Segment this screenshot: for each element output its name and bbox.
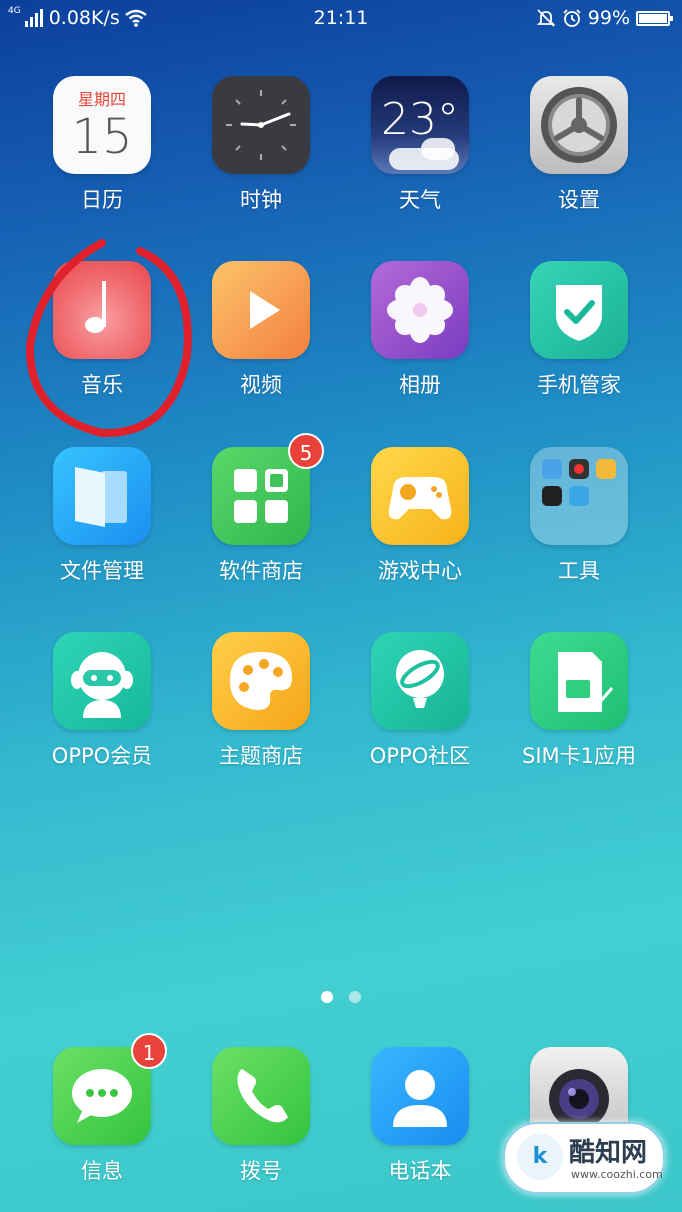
flower-icon	[371, 261, 469, 359]
app-label: 信息	[81, 1159, 123, 1183]
gamepad-icon	[371, 447, 469, 545]
mute-bell-icon	[536, 9, 555, 27]
app-label: 拨号	[240, 1159, 282, 1183]
weather-temp: 23°	[381, 94, 459, 145]
app-label: 手机管家	[537, 373, 621, 397]
palette-icon	[212, 632, 310, 730]
calendar-icon: 星期四 15	[53, 76, 151, 174]
page-dot[interactable]	[321, 991, 333, 1003]
app-label: 视频	[240, 373, 282, 397]
watermark-title: 酷知网	[569, 1138, 648, 1168]
member-icon	[53, 632, 151, 730]
status-bar: 4G 0.08K/s 21:11 99%	[0, 0, 682, 38]
app-calendar[interactable]: 星期四 15 日历	[27, 76, 177, 214]
gear-icon	[530, 76, 628, 174]
sim-card-icon	[530, 632, 628, 730]
battery-icon	[636, 10, 673, 26]
app-video[interactable]: 视频	[186, 261, 336, 399]
app-label: SIM卡1应用	[521, 744, 636, 768]
app-label: OPPO社区	[369, 744, 471, 768]
app-theme-store[interactable]: 主题商店	[186, 632, 336, 770]
app-software-store[interactable]: 5 软件商店	[186, 433, 336, 585]
page-indicator[interactable]	[0, 991, 682, 1003]
balloon-icon	[371, 632, 469, 730]
folder-icon	[53, 447, 151, 545]
app-weather[interactable]: 23° 天气	[345, 76, 495, 214]
shield-check-icon	[530, 261, 628, 359]
calendar-weekday: 星期四	[77, 90, 126, 109]
clock-icon	[212, 76, 310, 174]
app-label: 游戏中心	[378, 559, 462, 583]
play-icon	[212, 261, 310, 359]
page-dot[interactable]	[349, 991, 361, 1003]
app-label: 软件商店	[219, 559, 303, 583]
dock-messages[interactable]: 1 信息	[27, 1033, 177, 1185]
app-oppo-member[interactable]: OPPO会员	[27, 632, 177, 770]
app-label: 文件管理	[60, 559, 144, 583]
watermark: k 酷知网 www.coozhi.com	[503, 1122, 665, 1194]
app-label: 时钟	[240, 188, 282, 212]
tools-folder-icon	[530, 447, 628, 545]
clock-time: 21:11	[313, 7, 369, 29]
battery-percent: 99%	[587, 7, 630, 29]
app-label: 电话本	[388, 1159, 452, 1183]
app-label: 设置	[558, 188, 600, 212]
app-settings[interactable]: 设置	[504, 76, 654, 214]
app-phone-manager[interactable]: 手机管家	[504, 261, 654, 399]
app-label: 相册	[399, 373, 441, 397]
app-label: 工具	[558, 559, 600, 583]
watermark-logo: k	[517, 1134, 563, 1180]
phone-icon	[212, 1047, 310, 1145]
app-oppo-community[interactable]: OPPO社区	[345, 632, 495, 770]
alarm-icon	[563, 9, 581, 27]
weather-icon: 23°	[371, 76, 469, 174]
app-gallery[interactable]: 相册	[345, 261, 495, 399]
app-label: 日历	[81, 188, 123, 212]
app-game-center[interactable]: 游戏中心	[345, 447, 495, 585]
app-label: 主题商店	[219, 744, 303, 768]
app-label: 天气	[399, 188, 441, 212]
watermark-url: www.coozhi.com	[571, 1168, 663, 1181]
notification-badge: 5	[288, 433, 324, 469]
app-file-manager[interactable]: 文件管理	[27, 447, 177, 585]
contacts-icon	[371, 1047, 469, 1145]
dock-contacts[interactable]: 电话本	[345, 1047, 495, 1185]
app-sim1[interactable]: SIM卡1应用	[504, 632, 654, 770]
app-tools-folder[interactable]: 工具	[504, 447, 654, 585]
notification-badge: 1	[131, 1033, 167, 1069]
calendar-day: 15	[71, 109, 133, 165]
annotation-circle	[25, 239, 192, 438]
app-clock[interactable]: 时钟	[186, 76, 336, 214]
dock-dialer[interactable]: 拨号	[186, 1047, 336, 1185]
app-label: OPPO会员	[51, 744, 153, 768]
